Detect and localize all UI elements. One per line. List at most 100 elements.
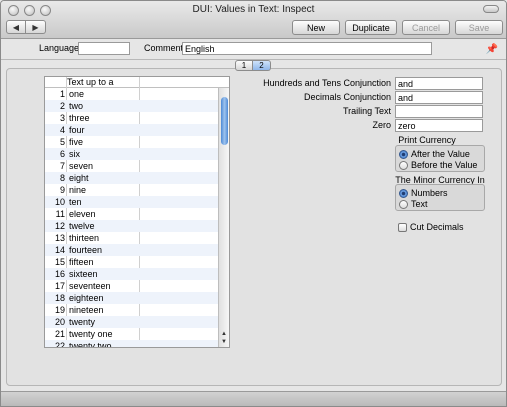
row-text: two	[69, 101, 84, 111]
row-text: twenty two	[69, 341, 112, 348]
print-currency-group: After the Value Before the Value	[395, 145, 485, 172]
radio-before-value[interactable]: Before the Value	[399, 160, 477, 170]
save-button[interactable]: Save	[455, 20, 503, 35]
row-number: 22	[54, 341, 65, 348]
table-row[interactable]: 13 thirteen	[45, 232, 219, 244]
radio-unselected-icon	[399, 199, 408, 209]
comment-field[interactable]: English	[182, 42, 432, 55]
row-text: nine	[69, 185, 87, 195]
duplicate-button[interactable]: Duplicate	[345, 20, 397, 35]
row-number: 10	[54, 197, 65, 207]
table-row[interactable]: 19 nineteen	[45, 304, 219, 316]
table-row[interactable]: 15 fifteen	[45, 256, 219, 268]
table-row[interactable]: 12 twelve	[45, 220, 219, 232]
table-row[interactable]: 21 twenty one	[45, 328, 219, 340]
hundreds-conjunction-field[interactable]: and	[395, 77, 483, 90]
arrow-left-icon: ◀	[12, 22, 20, 32]
toolbar-toggle-button[interactable]	[483, 5, 499, 13]
new-button[interactable]: New	[292, 20, 340, 35]
row-text: five	[69, 137, 84, 147]
row-text: ten	[69, 197, 82, 207]
checkbox-icon	[398, 222, 407, 232]
page-tabs: 1 2	[235, 60, 271, 71]
values-table[interactable]: Text up to a 1 one 2 two 3 three 4 four 5 fiv…	[44, 76, 230, 348]
row-text: sixteen	[69, 269, 98, 279]
table-row[interactable]: 2 two	[45, 100, 219, 112]
table-row[interactable]: 3 three	[45, 112, 219, 124]
radio-text[interactable]: Text	[399, 199, 428, 209]
row-number: 9	[59, 185, 65, 195]
title-bar: DUI: Values in Text: Inspect ◀ ▶ New Dup…	[1, 1, 506, 39]
radio-unselected-icon	[399, 160, 408, 170]
radio-numbers[interactable]: Numbers	[399, 188, 448, 198]
tab-2[interactable]: 2	[253, 60, 271, 71]
table-row[interactable]: 20 twenty	[45, 316, 219, 328]
row-number: 17	[54, 281, 65, 291]
scroll-up-icon[interactable]: ▲	[219, 330, 229, 338]
table-row[interactable]: 7 seven	[45, 160, 219, 172]
table-row[interactable]: 5 five	[45, 136, 219, 148]
pin-icon[interactable]: 📌	[486, 44, 498, 55]
print-currency-title: Print Currency	[398, 135, 456, 145]
radio-selected-icon	[399, 188, 408, 198]
table-row[interactable]: 17 seventeen	[45, 280, 219, 292]
record-header: Language Comment English	[1, 39, 506, 60]
row-number: 15	[54, 257, 65, 267]
row-text: four	[69, 125, 85, 135]
language-field[interactable]	[78, 42, 130, 55]
row-number: 21	[54, 329, 65, 339]
table-scrollbar[interactable]: ▲ ▼	[218, 88, 229, 347]
radio-after-value[interactable]: After the Value	[399, 149, 470, 159]
table-row[interactable]: 4 four	[45, 124, 219, 136]
row-number: 5	[59, 137, 65, 147]
radio-label: Before the Value	[411, 160, 478, 170]
radio-label: Text	[411, 199, 428, 209]
trailing-text-field[interactable]	[395, 105, 483, 118]
column-header-text: Text up to a	[67, 77, 114, 87]
row-text: one	[69, 89, 85, 99]
row-text: seventeen	[69, 281, 111, 291]
radio-selected-icon	[399, 149, 408, 159]
row-text: three	[69, 113, 90, 123]
row-number: 19	[54, 305, 65, 315]
cut-decimals-checkbox[interactable]: Cut Decimals	[398, 222, 464, 232]
zero-label: Zero	[372, 120, 391, 130]
row-text: six	[69, 149, 80, 159]
zero-field[interactable]: zero	[395, 119, 483, 132]
cut-decimals-label: Cut Decimals	[410, 222, 464, 232]
table-row[interactable]: 6 six	[45, 148, 219, 160]
next-record-button[interactable]: ▶	[26, 20, 46, 34]
row-number: 11	[55, 209, 65, 219]
radio-label: Numbers	[411, 188, 448, 198]
decimals-conjunction-field[interactable]: and	[395, 91, 483, 104]
minor-currency-group: Numbers Text	[395, 184, 485, 211]
row-number: 12	[54, 221, 65, 231]
row-number: 8	[59, 173, 65, 183]
hundreds-conjunction-label: Hundreds and Tens Conjunction	[263, 78, 391, 88]
scrollbar-thumb[interactable]	[221, 97, 228, 145]
row-number: 20	[54, 317, 65, 327]
row-text: seven	[69, 161, 94, 171]
comment-label: Comment	[144, 43, 184, 53]
scroll-down-icon[interactable]: ▼	[219, 338, 229, 346]
table-row[interactable]: 9 nine	[45, 184, 219, 196]
table-row[interactable]: 22 twenty two	[45, 340, 219, 348]
row-number: 16	[54, 269, 65, 279]
table-header: Text up to a	[45, 77, 229, 88]
inspect-window: DUI: Values in Text: Inspect ◀ ▶ New Dup…	[0, 0, 507, 407]
previous-record-button[interactable]: ◀	[6, 20, 26, 34]
row-text: twenty	[69, 317, 96, 327]
record-navigation: ◀ ▶	[6, 20, 46, 34]
row-text: nineteen	[69, 305, 104, 315]
table-row[interactable]: 16 sixteen	[45, 268, 219, 280]
table-row[interactable]: 18 eighteen	[45, 292, 219, 304]
row-text: fifteen	[69, 257, 94, 267]
table-row[interactable]: 11 eleven	[45, 208, 219, 220]
cancel-button[interactable]: Cancel	[402, 20, 450, 35]
table-row[interactable]: 14 fourteen	[45, 244, 219, 256]
row-text: eleven	[69, 209, 96, 219]
table-row[interactable]: 8 eight	[45, 172, 219, 184]
tab-1[interactable]: 1	[235, 60, 253, 71]
table-row[interactable]: 1 one	[45, 88, 219, 100]
table-row[interactable]: 10 ten	[45, 196, 219, 208]
